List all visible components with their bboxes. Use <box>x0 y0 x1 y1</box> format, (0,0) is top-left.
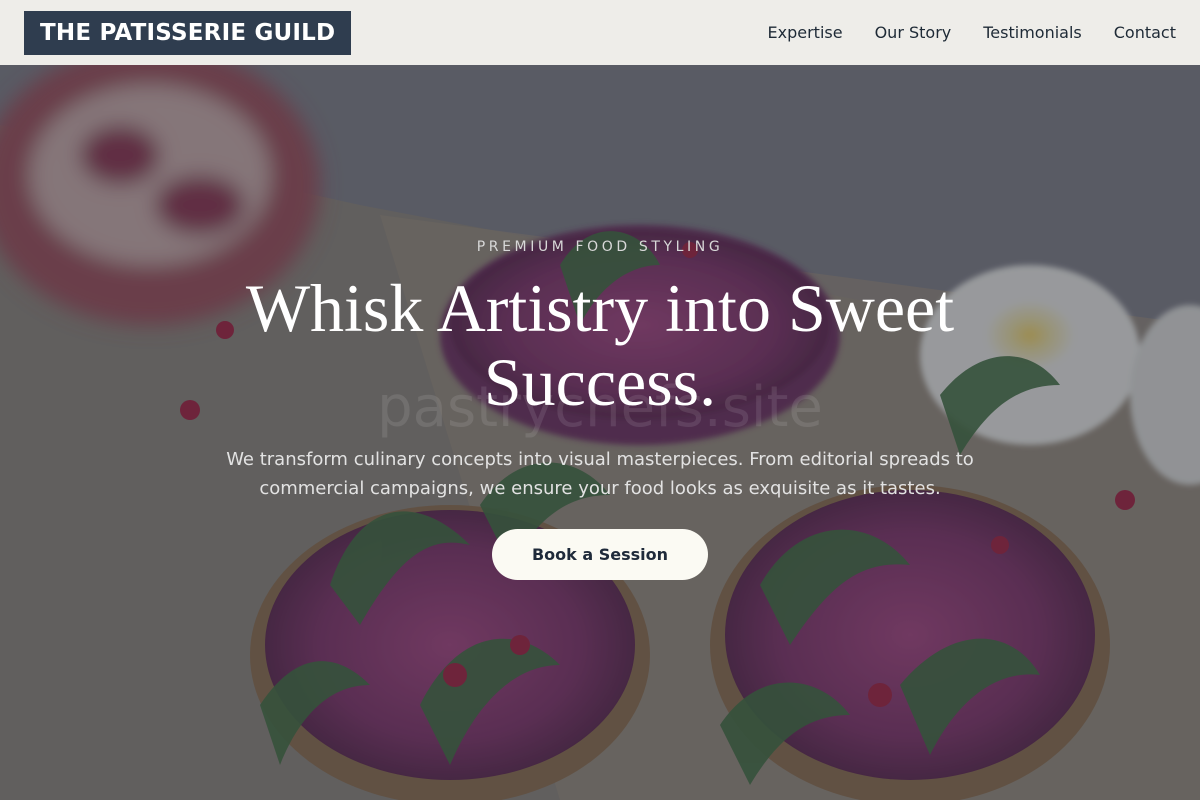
hero-eyebrow: PREMIUM FOOD STYLING <box>476 239 724 255</box>
hero-title: Whisk Artistry into Sweet Success. <box>245 270 955 420</box>
site-header: THE PATISSERIE GUILD Expertise Our Story… <box>0 0 1200 65</box>
nav-link-contact[interactable]: Contact <box>1114 23 1176 42</box>
nav-link-testimonials[interactable]: Testimonials <box>983 23 1082 42</box>
hero-content: PREMIUM FOOD STYLING Whisk Artistry into… <box>0 65 1200 800</box>
hero-section: pastrychefs.site PREMIUM FOOD STYLING Wh… <box>0 65 1200 800</box>
nav-link-expertise[interactable]: Expertise <box>768 23 843 42</box>
nav-link-our-story[interactable]: Our Story <box>875 23 952 42</box>
site-logo[interactable]: THE PATISSERIE GUILD <box>24 10 352 55</box>
hero-subtitle: We transform culinary concepts into visu… <box>226 449 974 499</box>
main-nav: Expertise Our Story Testimonials Contact <box>768 23 1176 42</box>
book-session-button[interactable]: Book a Session <box>492 529 708 580</box>
